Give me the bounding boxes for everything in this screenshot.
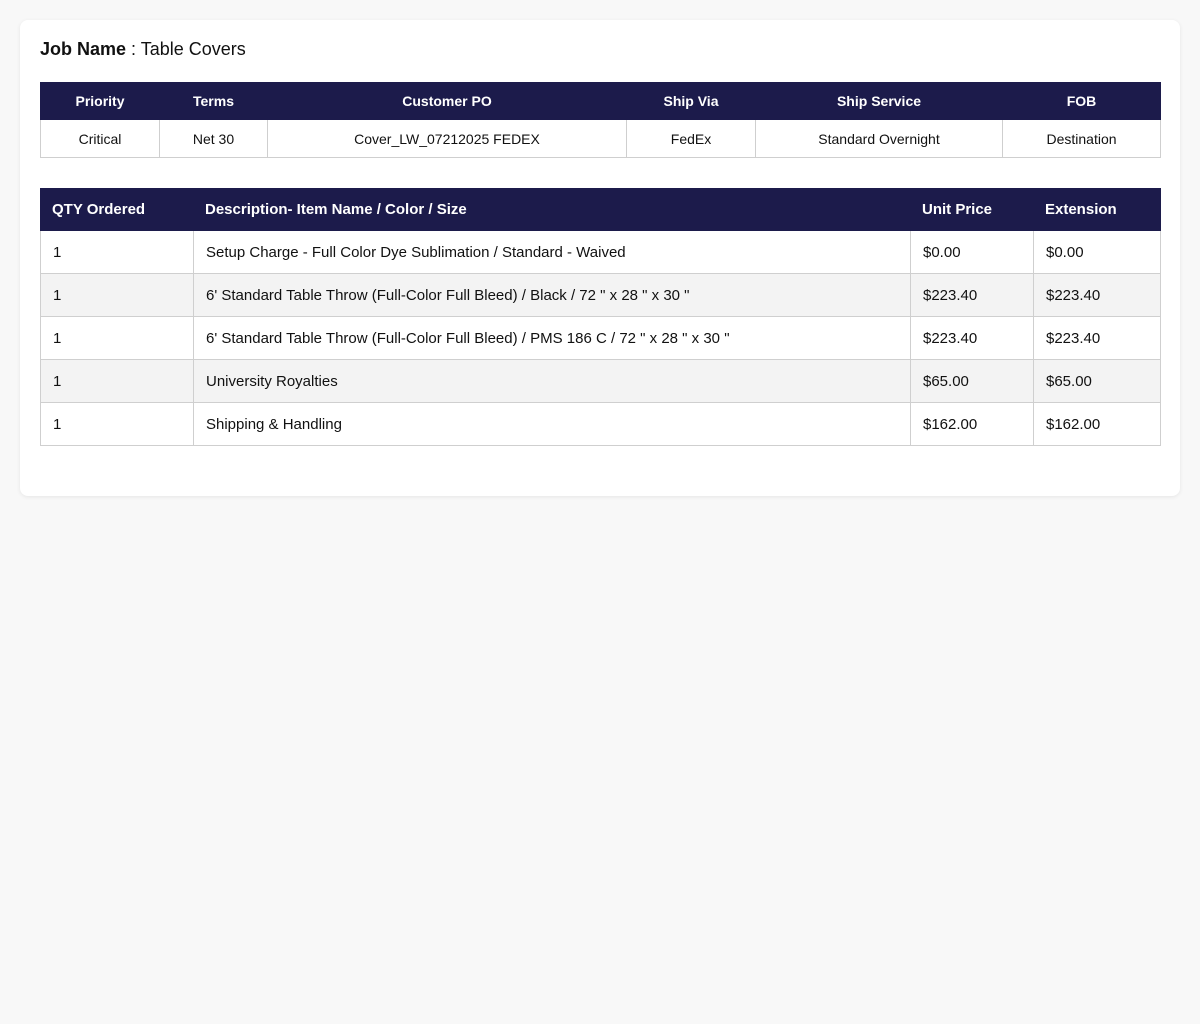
job-name-label: Job Name xyxy=(40,39,127,59)
meta-header-priority: Priority xyxy=(40,82,160,120)
table-row: 1 Shipping & Handling $162.00 $162.00 xyxy=(40,402,1161,446)
meta-value-fob: Destination xyxy=(1002,119,1161,158)
item-unit-price: $223.40 xyxy=(910,273,1034,317)
line-items-table: QTY Ordered Description- Item Name / Col… xyxy=(40,188,1161,446)
table-row: 1 Setup Charge - Full Color Dye Sublimat… xyxy=(40,230,1161,274)
item-extension: $162.00 xyxy=(1033,402,1161,446)
table-row: 1 6' Standard Table Throw (Full-Color Fu… xyxy=(40,316,1161,360)
meta-value-ship-via: FedEx xyxy=(626,119,756,158)
item-qty: 1 xyxy=(40,273,194,317)
meta-header-ship-service: Ship Service xyxy=(755,82,1003,120)
meta-value-ship-service: Standard Overnight xyxy=(755,119,1003,158)
order-meta-table: Priority Terms Customer PO Ship Via Ship… xyxy=(40,82,1161,158)
item-qty: 1 xyxy=(40,316,194,360)
order-card: Job Name : Table Covers Priority Terms C… xyxy=(20,20,1180,496)
items-header-unit-price: Unit Price xyxy=(910,188,1034,231)
item-unit-price: $65.00 xyxy=(910,359,1034,403)
table-row: 1 University Royalties $65.00 $65.00 xyxy=(40,359,1161,403)
table-row: 1 6' Standard Table Throw (Full-Color Fu… xyxy=(40,273,1161,317)
job-name: Job Name : Table Covers xyxy=(40,38,246,60)
item-unit-price: $162.00 xyxy=(910,402,1034,446)
meta-header-fob: FOB xyxy=(1002,82,1161,120)
item-description: University Royalties xyxy=(193,359,911,403)
meta-value-customer-po: Cover_LW_07212025 FEDEX xyxy=(267,119,627,158)
meta-value-priority: Critical xyxy=(40,119,160,158)
meta-header-row: Priority Terms Customer PO Ship Via Ship… xyxy=(40,82,1161,120)
meta-header-terms: Terms xyxy=(159,82,268,120)
item-description: 6' Standard Table Throw (Full-Color Full… xyxy=(193,273,911,317)
meta-header-ship-via: Ship Via xyxy=(626,82,756,120)
item-unit-price: $0.00 xyxy=(910,230,1034,274)
item-extension: $0.00 xyxy=(1033,230,1161,274)
item-description: Shipping & Handling xyxy=(193,402,911,446)
meta-value-terms: Net 30 xyxy=(159,119,268,158)
items-header-row: QTY Ordered Description- Item Name / Col… xyxy=(40,188,1161,231)
item-description: Setup Charge - Full Color Dye Sublimatio… xyxy=(193,230,911,274)
item-unit-price: $223.40 xyxy=(910,316,1034,360)
item-description: 6' Standard Table Throw (Full-Color Full… xyxy=(193,316,911,360)
item-qty: 1 xyxy=(40,402,194,446)
item-qty: 1 xyxy=(40,359,194,403)
item-extension: $65.00 xyxy=(1033,359,1161,403)
item-extension: $223.40 xyxy=(1033,316,1161,360)
items-header-qty: QTY Ordered xyxy=(40,188,194,231)
meta-header-customer-po: Customer PO xyxy=(267,82,627,120)
meta-value-row: Critical Net 30 Cover_LW_07212025 FEDEX … xyxy=(40,119,1161,158)
item-qty: 1 xyxy=(40,230,194,274)
job-name-separator: : xyxy=(126,39,141,59)
item-extension: $223.40 xyxy=(1033,273,1161,317)
job-name-value: Table Covers xyxy=(140,39,246,59)
items-header-extension: Extension xyxy=(1033,188,1161,231)
items-header-description: Description- Item Name / Color / Size xyxy=(193,188,911,231)
